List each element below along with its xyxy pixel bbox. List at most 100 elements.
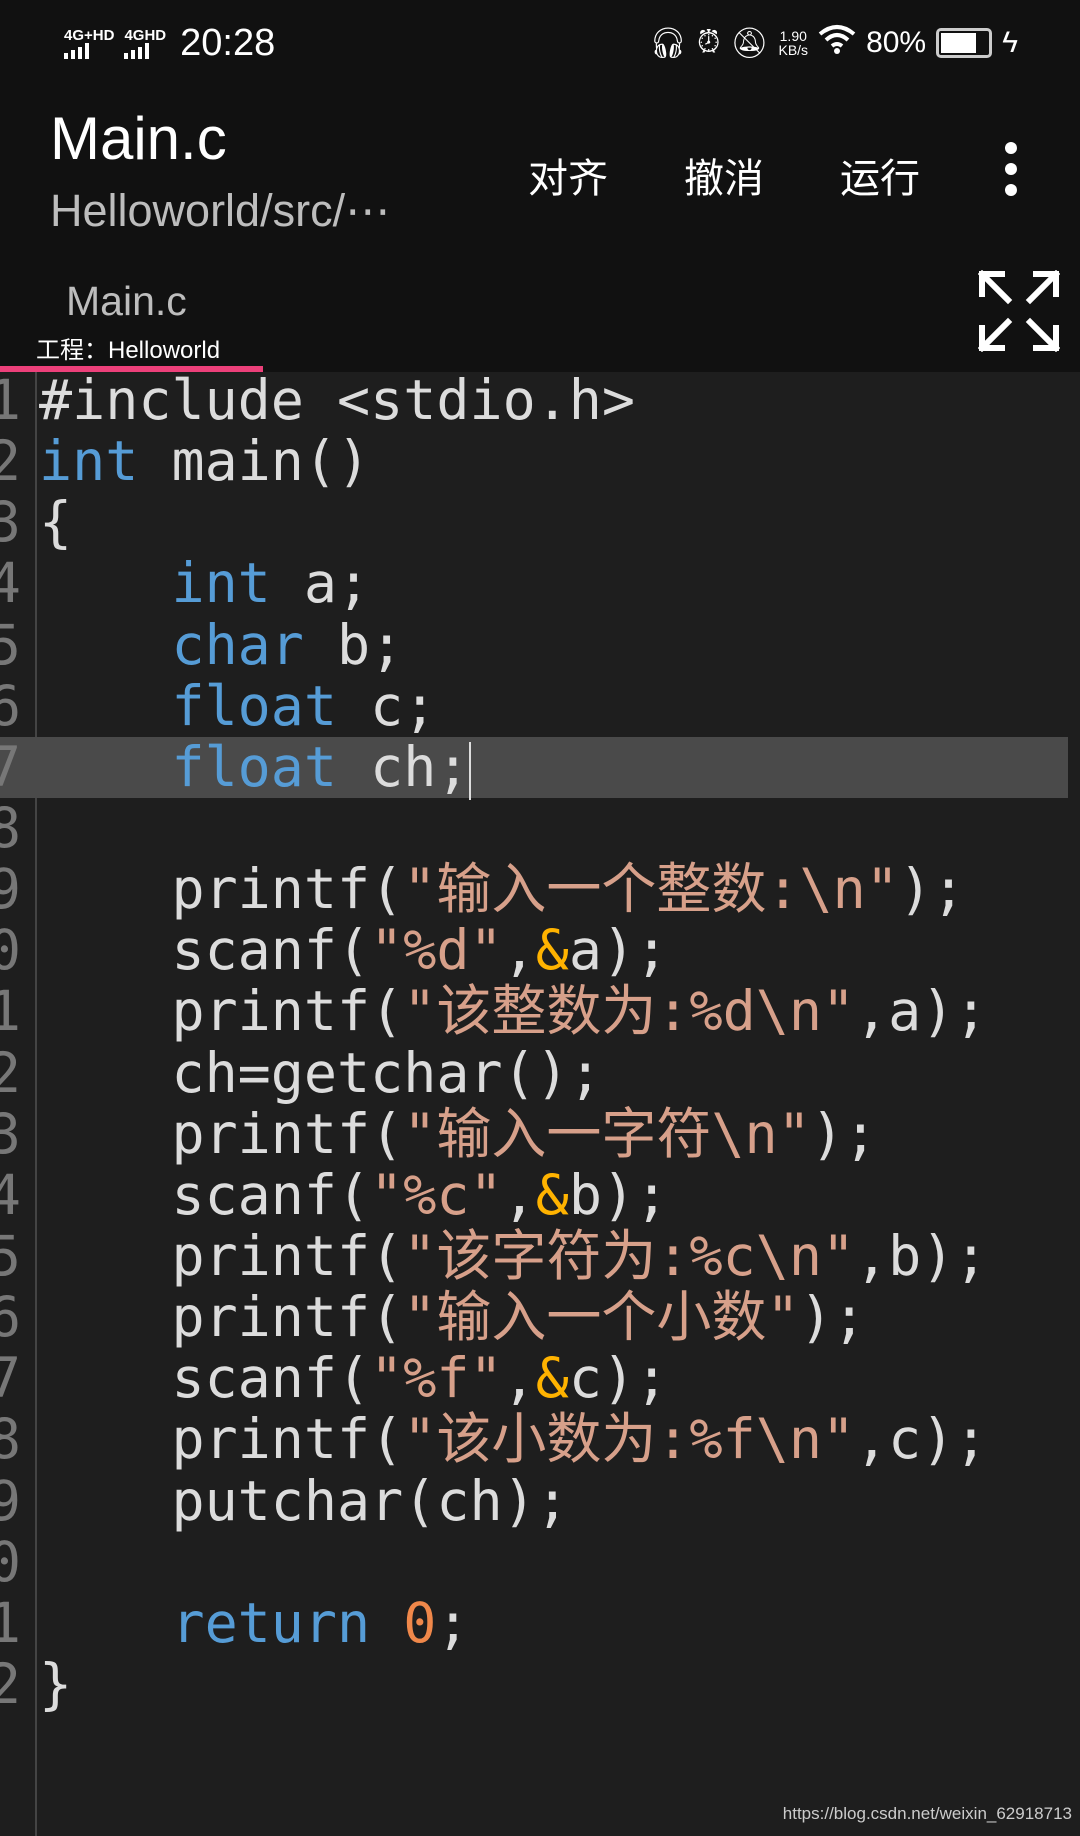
line-number: 21 [0,1590,21,1655]
code-token: printf( [39,1407,404,1472]
clock: 20:28 [180,22,276,64]
line-number: 17 [0,1346,21,1411]
charging-icon: ϟ [1002,26,1018,59]
line-number: 5 [0,612,21,677]
network-type: 4G+HD [64,27,115,44]
code-line[interactable]: 8 [0,797,1068,859]
undo-button[interactable]: 撤消 [684,146,764,204]
text-cursor [469,741,472,800]
operator-token: & [535,1162,569,1227]
battery-percent: 80% [866,26,927,59]
code-token: b; [303,612,404,677]
status-bar: 4G+HD 4GHD 20:28 🎧︎ ⏰︎ 🔕︎ 1.90 KB/s 80% ϟ [0,18,1080,68]
code-text: #include <stdio.h> [39,370,635,431]
string-token: "输入一个整数:\n" [403,857,899,922]
code-token: a); [568,918,669,983]
line-number: 22 [0,1651,21,1716]
code-line[interactable]: 3{ [0,492,1068,553]
line-number: 9 [0,857,21,922]
code-token: b); [568,1162,669,1227]
line-number: 16 [0,1285,21,1350]
code-line[interactable]: 5 char b; [0,612,1068,677]
code-line[interactable]: 20 [0,1529,1068,1594]
code-line[interactable]: 17 scanf("%f",&c); [0,1348,1068,1409]
code-line[interactable]: 6 float c; [0,673,1068,738]
code-token: printf( [39,1223,404,1288]
code-text: printf("该字符为:%c\n",b); [39,1223,988,1288]
string-token: "该整数为:%d\n" [403,979,856,1044]
code-line[interactable]: 7 float ch; [0,734,1068,800]
line-number: 20 [0,1529,21,1594]
string-token: "输入一字符\n" [403,1101,811,1166]
code-text: char b; [39,612,404,677]
code-token: putchar(ch); [39,1468,569,1533]
code-token: printf( [39,1285,404,1350]
code-line[interactable]: 15 printf("该字符为:%c\n",b); [0,1223,1068,1288]
code-token: , [502,918,536,983]
operator-token: & [535,1346,569,1411]
run-button[interactable]: 运行 [840,146,920,204]
code-token: ; [436,1590,470,1655]
code-line[interactable]: 10 scanf("%d",&a); [0,920,1068,981]
line-number: 11 [0,979,21,1044]
code-text: printf("该整数为:%d\n",a); [39,979,987,1044]
code-line[interactable]: 4 int a; [0,553,1068,614]
code-line[interactable]: 12 ch=getchar(); [0,1040,1068,1105]
code-line[interactable]: 11 printf("该整数为:%d\n",a); [0,981,1068,1042]
code-token: } [39,1651,73,1716]
code-line[interactable]: 9 printf("输入一个整数:\n"); [0,859,1068,920]
app-header: 4G+HD 4GHD 20:28 🎧︎ ⏰︎ 🔕︎ 1.90 KB/s 80% ϟ… [0,0,1080,372]
line-number: 3 [0,490,21,555]
code-token: ch=getchar(); [39,1040,602,1105]
code-token: main() [138,429,371,494]
code-line[interactable]: 21 return 0; [0,1590,1068,1655]
code-token: printf( [39,979,404,1044]
line-number: 2 [0,429,21,494]
code-editor[interactable]: 1 #include <stdio.h> 2 int main() 3{4 int a;… [0,370,1080,1836]
headphones-icon: 🎧︎ [648,26,687,60]
align-button[interactable]: 对齐 [528,146,608,204]
code-token: , [502,1162,536,1227]
tab-main-c[interactable]: Main.c 工程：Helloworld [0,270,263,372]
code-token: ,b); [855,1223,988,1288]
code-token: ); [810,1101,877,1166]
keyword-token: float [171,673,338,738]
signal-icon: 4GHD [124,28,166,59]
code-line[interactable]: 13 printf("输入一字符\n"); [0,1101,1068,1166]
string-token: "输入一个小数" [403,1285,800,1350]
keyword-token: float [171,734,338,799]
code-line[interactable]: 22} [0,1651,1068,1716]
code-text: printf("输入一个小数"); [39,1285,865,1350]
code-line[interactable]: 2 int main() [0,431,1068,492]
fullscreen-icon[interactable] [977,269,1061,353]
code-text: printf("输入一字符\n"); [39,1101,877,1166]
code-text: float ch; [39,734,472,800]
tab-project: 工程：Helloworld [36,337,221,364]
string-token: "该字符为:%c\n" [403,1223,856,1288]
code-token: c; [337,673,437,738]
code-line[interactable]: 18 printf("该小数为:%f\n",c); [0,1409,1068,1470]
line-number: 13 [0,1101,21,1166]
line-number: 15 [0,1223,21,1288]
code-token: scanf( [39,1346,371,1411]
more-vertical-icon[interactable] [1005,142,1019,205]
code-line[interactable]: 19 putchar(ch); [0,1468,1068,1533]
code-text: scanf("%f",&c); [39,1348,668,1409]
code-text: ch=getchar(); [39,1040,602,1105]
line-number: 4 [0,551,21,616]
code-token: scanf( [39,1162,371,1227]
operator-token: & [535,918,569,983]
alarm-icon: ⏰︎ [696,26,721,59]
code-token: a; [270,551,371,616]
line-number: 18 [0,1407,21,1472]
line-number: 19 [0,1468,21,1533]
code-line[interactable]: 1 #include <stdio.h> [0,370,1068,431]
code-text: putchar(ch); [39,1468,569,1533]
code-line[interactable]: 16 printf("输入一个小数"); [0,1287,1068,1348]
string-token: "该小数为:%f\n" [403,1407,856,1472]
string-token: "%f" [370,1346,503,1411]
code-line[interactable]: 14 scanf("%c",&b); [0,1162,1068,1227]
